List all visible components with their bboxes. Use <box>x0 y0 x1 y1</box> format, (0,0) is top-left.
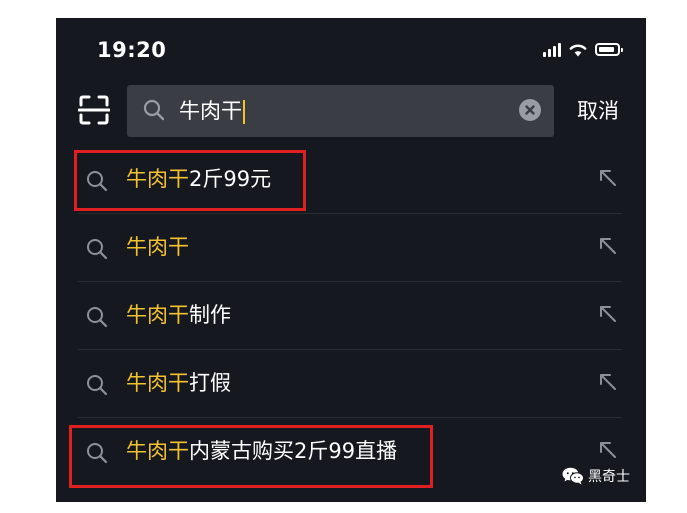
search-input[interactable]: 牛肉干 <box>127 85 554 137</box>
suggestion-highlight: 牛肉干 <box>126 371 189 395</box>
suggestion-rest: 制作 <box>189 303 231 327</box>
watermark-text: 黑奇士 <box>588 469 630 485</box>
fill-query-arrow-icon[interactable] <box>598 304 618 324</box>
search-icon <box>87 375 108 396</box>
close-icon <box>525 105 535 115</box>
scan-icon[interactable] <box>78 94 110 126</box>
search-icon <box>143 99 165 121</box>
status-icons <box>543 42 623 57</box>
suggestion-highlight: 牛肉干 <box>126 303 189 327</box>
annotation-box <box>74 150 306 211</box>
status-time: 19:20 <box>97 38 167 62</box>
suggestion-item[interactable]: 牛肉干制作 <box>78 282 622 350</box>
suggestion-item[interactable]: 牛肉干打假 <box>78 350 622 418</box>
annotation-box <box>69 425 433 488</box>
search-query: 牛肉干 <box>179 97 245 125</box>
fill-query-arrow-icon[interactable] <box>598 168 618 188</box>
text-caret <box>243 100 245 124</box>
cellular-signal-icon <box>543 42 561 57</box>
fill-query-arrow-icon[interactable] <box>598 372 618 392</box>
suggestion-item[interactable]: 牛肉干 <box>78 214 622 282</box>
wechat-icon <box>562 467 584 485</box>
suggestion-text: 牛肉干 <box>126 232 189 262</box>
suggestion-text: 牛肉干制作 <box>126 300 231 330</box>
fill-query-arrow-icon[interactable] <box>598 440 618 460</box>
watermark: 黑奇士 <box>562 466 630 486</box>
suggestion-highlight: 牛肉干 <box>126 235 189 259</box>
clear-search-button[interactable] <box>519 99 541 121</box>
search-icon <box>87 239 108 260</box>
suggestion-text: 牛肉干打假 <box>126 368 231 398</box>
battery-icon <box>595 43 623 56</box>
wifi-icon <box>569 44 587 57</box>
cancel-button[interactable]: 取消 <box>577 97 619 125</box>
search-icon <box>87 307 108 328</box>
fill-query-arrow-icon[interactable] <box>598 236 618 256</box>
suggestion-rest: 打假 <box>189 371 231 395</box>
